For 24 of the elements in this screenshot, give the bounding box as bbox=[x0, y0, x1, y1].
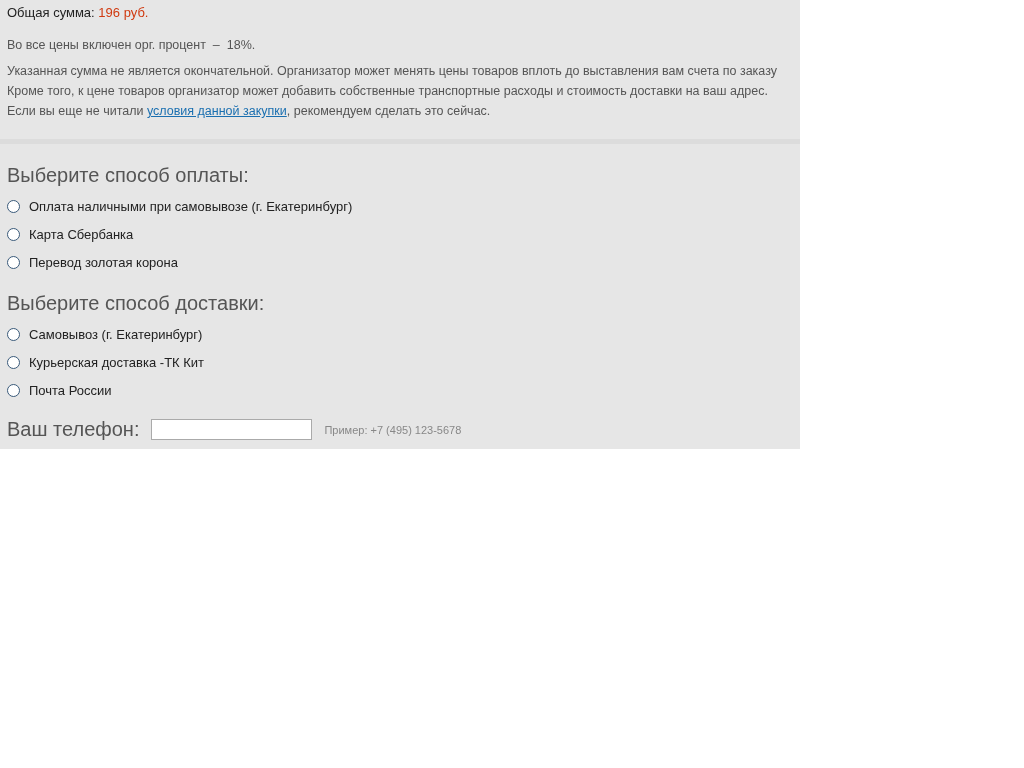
section-heading: Выберите способ оплаты: bbox=[7, 163, 250, 188]
option-label[interactable]: Курьерская доставка -ТК Кит bbox=[29, 354, 205, 370]
option-label[interactable]: Карта Сбербанка bbox=[29, 226, 134, 242]
option-label[interactable]: Самовывоз (г. Екатеринбург) bbox=[29, 326, 203, 342]
option-label[interactable]: Почта России bbox=[29, 382, 112, 398]
phone-field[interactable] bbox=[151, 419, 313, 440]
terms-link[interactable]: условия данной закупки bbox=[146, 104, 287, 118]
option-label[interactable]: Оплата наличными при самовывозе (г. Екатеринбург) bbox=[29, 198, 353, 214]
radio-button[interactable] bbox=[7, 355, 20, 369]
fee-note: Во все цены включен орг. процент – 18%. bbox=[7, 37, 256, 54]
phone-hint: Пример: +7 (495) 123-5678 bbox=[324, 423, 462, 436]
terms-note: Если вы еще не читали условия данной закупки, рекомендуем сделать это сейчас. bbox=[7, 103, 491, 120]
section-heading: Выберите способ доставки: bbox=[7, 291, 266, 316]
option-label[interactable]: Перевод золотая корона bbox=[29, 254, 178, 270]
radio-button[interactable] bbox=[7, 383, 20, 397]
radio-button[interactable] bbox=[7, 255, 20, 269]
note-text: Кроме того, к цене товаров организатор может добавить собственные транспортные расходы и стоимость доставки на ваш адрес. bbox=[7, 83, 768, 100]
note-text: Указанная сумма не является окончательной. Организатор может менять цены товаров вплоть до выставления вам счета по заказу bbox=[7, 63, 777, 80]
radio-button[interactable] bbox=[7, 199, 20, 213]
total-value: 196 руб. bbox=[98, 5, 149, 20]
radio-button[interactable] bbox=[7, 327, 20, 341]
total-label: Общая сумма: bbox=[7, 5, 96, 20]
phone-label: Ваш телефон: bbox=[7, 418, 140, 441]
radio-button[interactable] bbox=[7, 227, 20, 241]
